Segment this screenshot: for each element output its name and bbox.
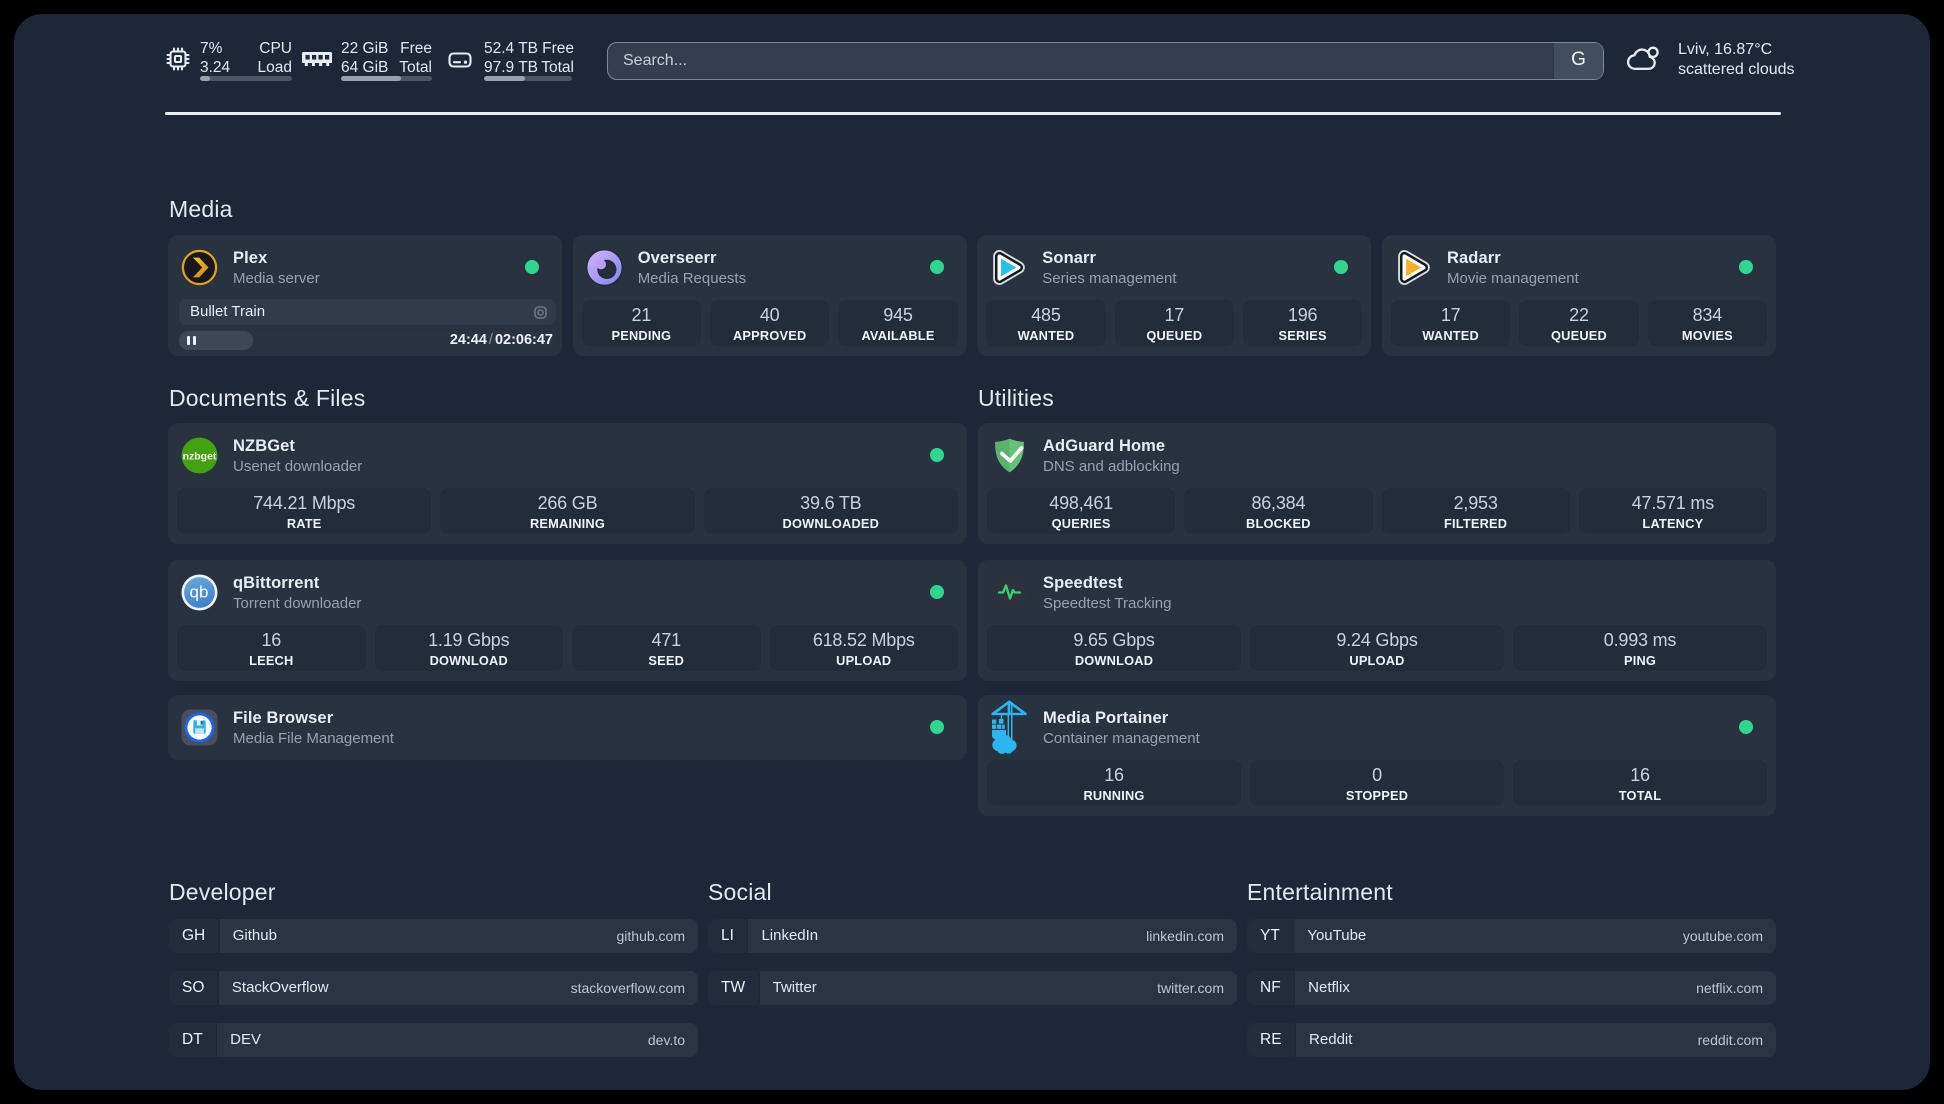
svg-text:qb: qb	[190, 583, 209, 602]
svg-text:nzbget: nzbget	[183, 451, 217, 463]
